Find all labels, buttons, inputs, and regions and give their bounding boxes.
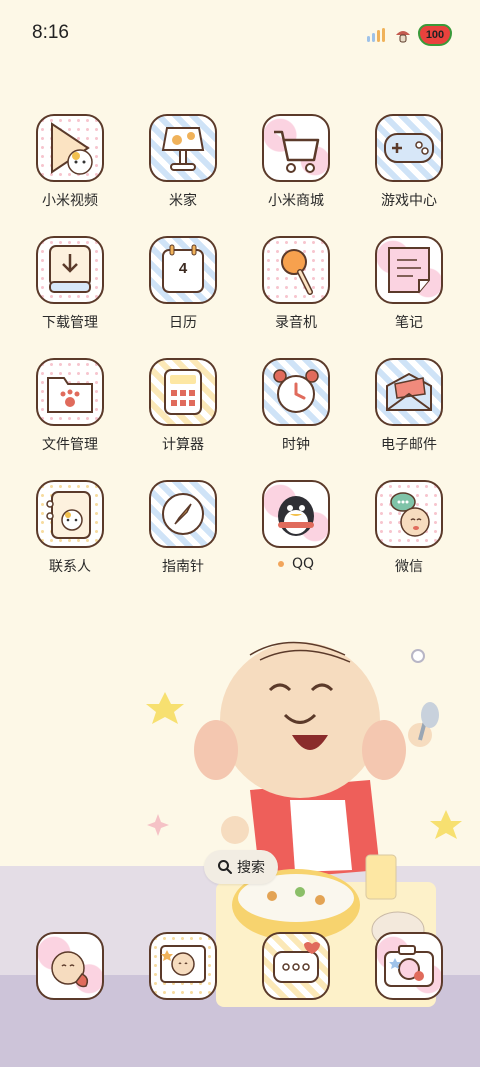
battery-indicator: 100	[418, 24, 452, 46]
app-recorder[interactable]: 录音机	[240, 236, 352, 332]
app-label-with-notification: QQ	[240, 556, 352, 572]
app-email[interactable]: 电子邮件	[353, 358, 465, 454]
gamepad-icon	[375, 114, 443, 182]
app-download-manager[interactable]: 下载管理	[14, 236, 126, 332]
wifi-mushroom-icon	[396, 31, 410, 43]
dock-camera[interactable]	[353, 932, 465, 1000]
app-label: 微信	[395, 559, 423, 575]
notification-dot	[277, 561, 284, 567]
app-label: 计算器	[162, 437, 204, 453]
app-label: QQ	[291, 556, 315, 572]
microphone-icon	[262, 236, 330, 304]
clock-time: 8:16	[32, 22, 69, 43]
app-qq[interactable]: QQ	[240, 480, 352, 572]
app-label: 联系人	[49, 559, 91, 575]
dock-gallery[interactable]	[127, 932, 239, 1000]
video-player-icon	[36, 114, 104, 182]
smart-lamp-icon	[149, 114, 217, 182]
app-label: 小米商城	[268, 193, 324, 209]
app-game-center[interactable]: 游戏中心	[353, 114, 465, 210]
app-label: 游戏中心	[381, 193, 437, 209]
gallery-icon	[149, 932, 217, 1000]
status-bar: 8:16 100	[0, 0, 480, 68]
search-button[interactable]: 搜索	[204, 850, 278, 884]
app-label: 指南针	[162, 559, 204, 575]
app-calendar[interactable]: 4 日历	[127, 236, 239, 332]
app-notes[interactable]: 笔记	[353, 236, 465, 332]
app-label: 录音机	[275, 315, 317, 331]
messages-icon	[262, 932, 330, 1000]
download-icon	[36, 236, 104, 304]
app-label: 笔记	[395, 315, 423, 331]
app-label: 小米视频	[42, 193, 98, 209]
app-wechat[interactable]: 微信	[353, 480, 465, 576]
compass-icon	[149, 480, 217, 548]
calendar-day: 4	[178, 260, 188, 277]
camera-icon	[375, 932, 443, 1000]
notepad-icon	[375, 236, 443, 304]
app-clock[interactable]: 时钟	[240, 358, 352, 454]
app-label: 米家	[169, 193, 197, 209]
shopping-cart-icon	[262, 114, 330, 182]
penguin-icon	[262, 480, 330, 548]
app-calculator[interactable]: 计算器	[127, 358, 239, 454]
app-xiaomi-store[interactable]: 小米商城	[240, 114, 352, 210]
app-mijia[interactable]: 米家	[127, 114, 239, 210]
app-compass[interactable]: 指南针	[127, 480, 239, 576]
alarm-clock-icon	[262, 358, 330, 426]
app-contacts[interactable]: 联系人	[14, 480, 126, 576]
calendar-icon: 4	[149, 236, 217, 304]
app-label: 下载管理	[42, 315, 98, 331]
app-label: 电子邮件	[381, 437, 437, 453]
app-xiaomi-video[interactable]: 小米视频	[14, 114, 126, 210]
dock-phone[interactable]	[14, 932, 126, 1000]
app-file-manager[interactable]: 文件管理	[14, 358, 126, 454]
search-label: 搜索	[237, 860, 265, 876]
search-icon	[218, 860, 232, 874]
phone-icon	[36, 932, 104, 1000]
folder-icon	[36, 358, 104, 426]
calculator-icon	[149, 358, 217, 426]
chat-bubble-icon	[375, 480, 443, 548]
signal-icon	[367, 28, 385, 42]
app-label: 时钟	[282, 437, 310, 453]
contacts-book-icon	[36, 480, 104, 548]
app-label: 文件管理	[42, 437, 98, 453]
battery-level: 100	[425, 29, 445, 41]
status-icons: 100	[366, 24, 452, 46]
app-label: 日历	[169, 315, 197, 331]
envelope-icon	[375, 358, 443, 426]
dock-messages[interactable]	[240, 932, 352, 1000]
